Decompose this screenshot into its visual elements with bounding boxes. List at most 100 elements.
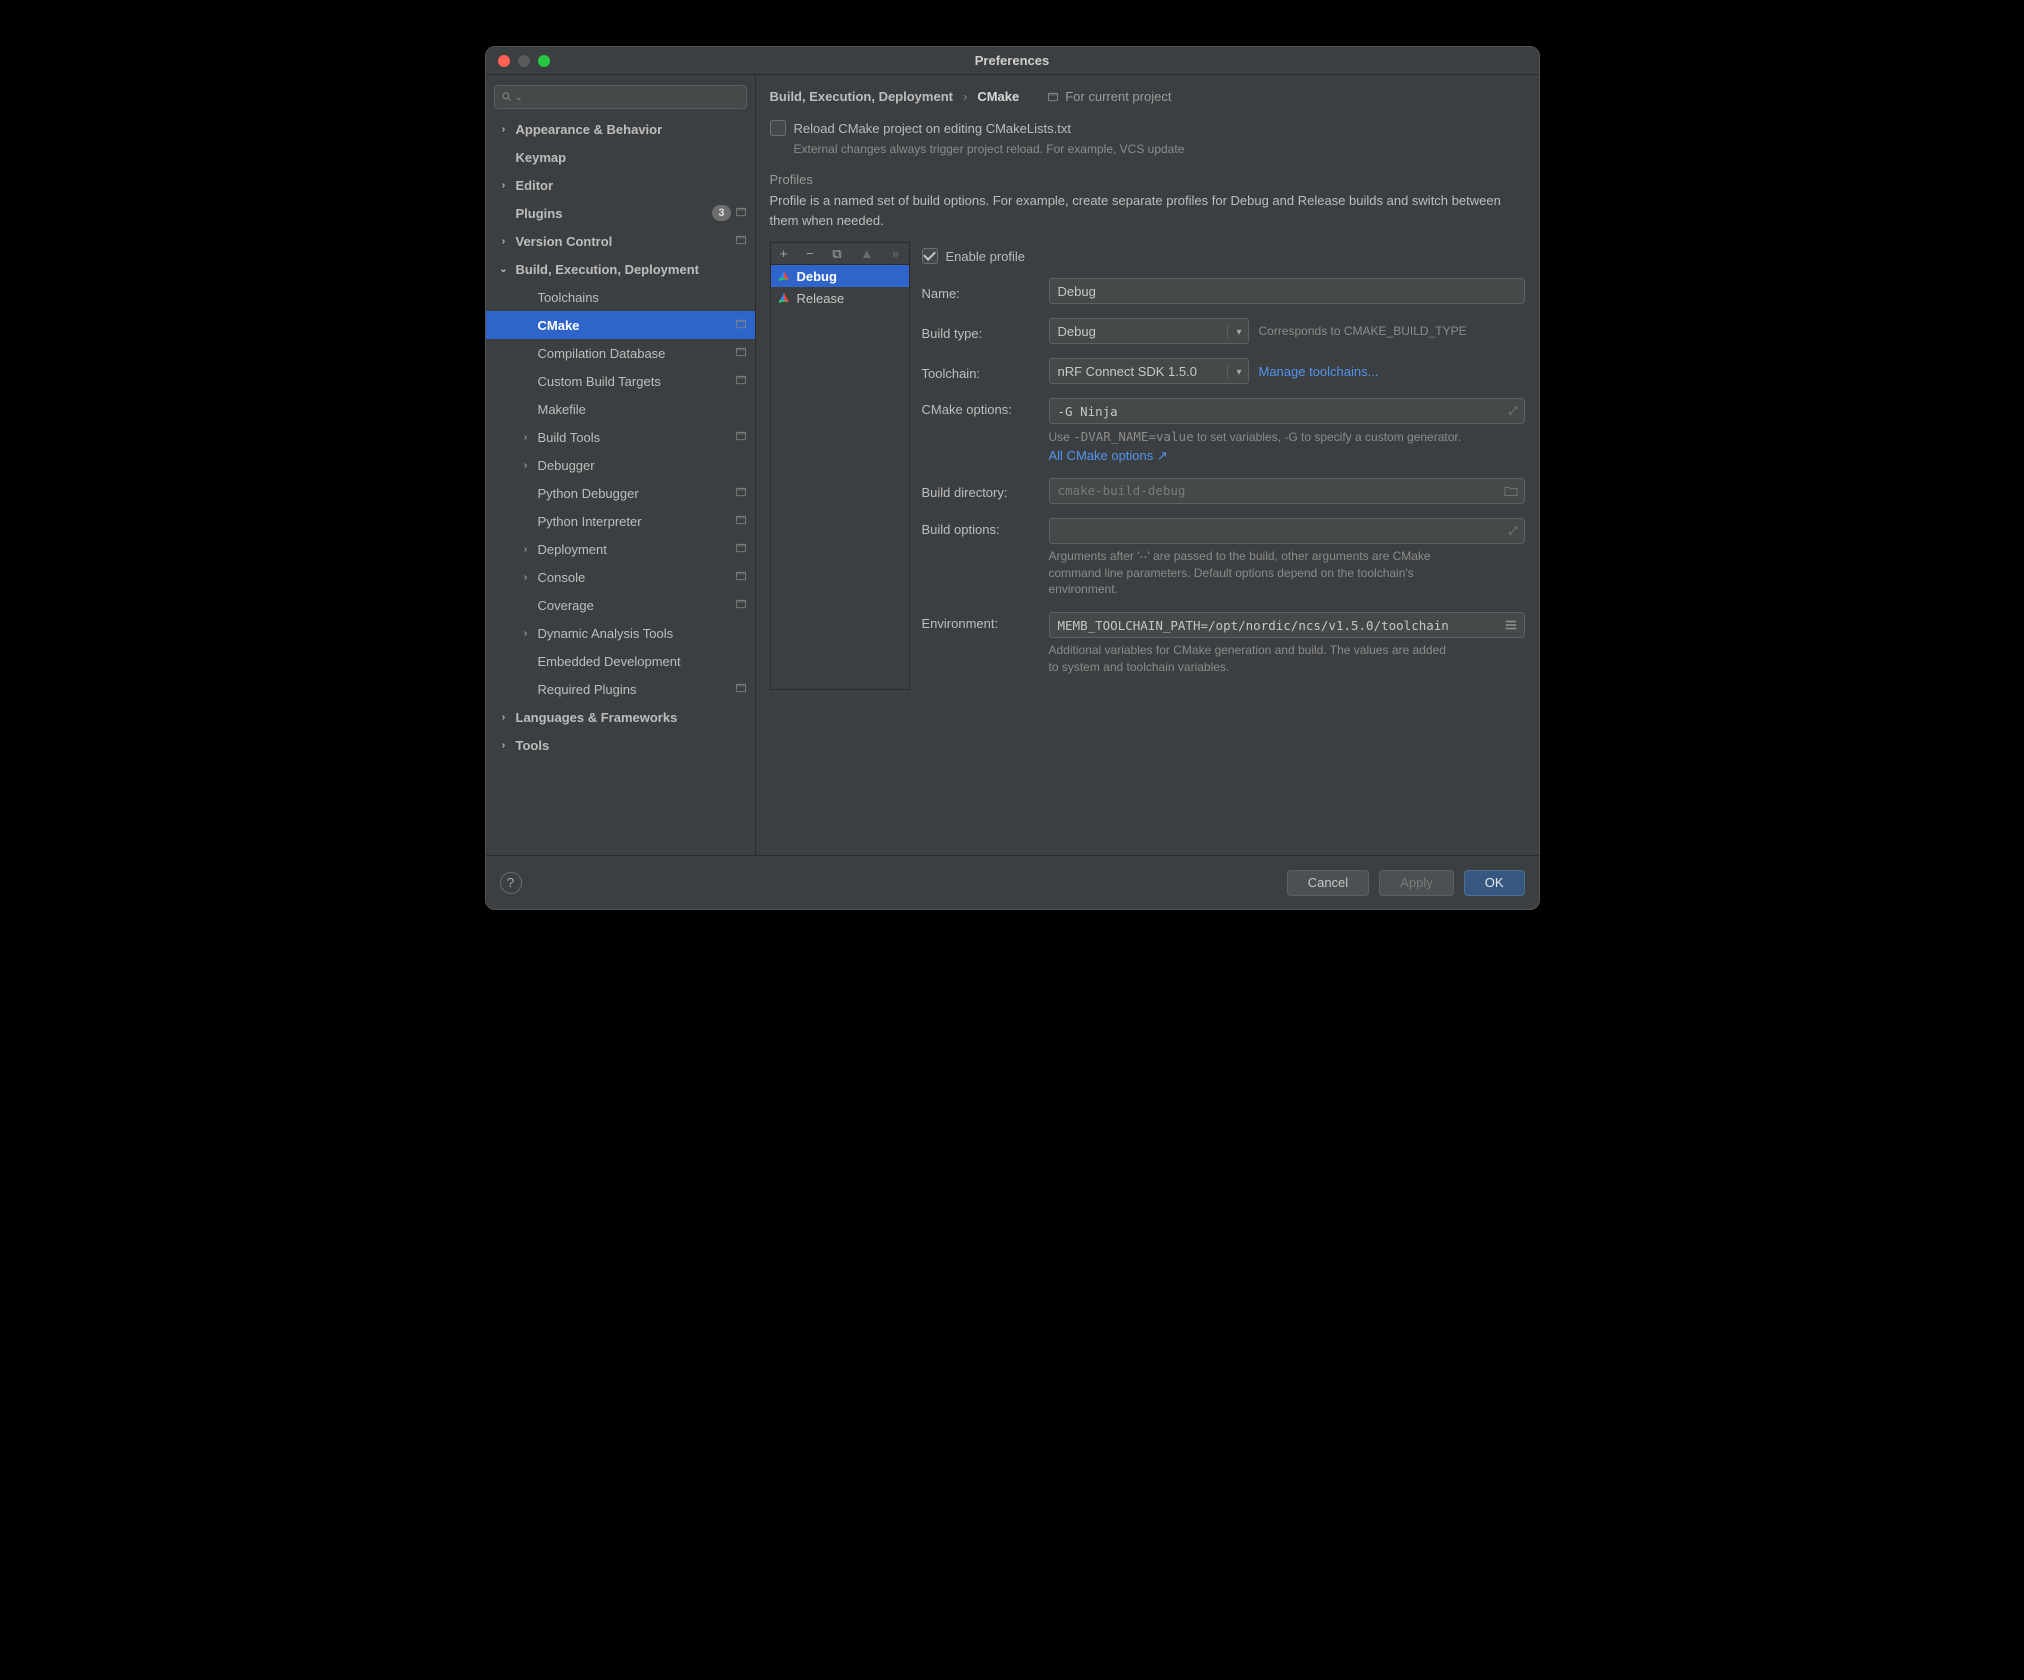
chevron-down-icon: ▾ (1227, 325, 1241, 339)
search-icon (501, 91, 513, 103)
sidebar: ⌄ ›Appearance & BehaviorKeymap›EditorPlu… (486, 75, 756, 855)
toolchain-select[interactable]: nRF Connect SDK 1.5.0 ▾ (1049, 358, 1249, 384)
sidebar-item-tools[interactable]: ›Tools (486, 731, 755, 759)
sidebar-item-custom-build-targets[interactable]: Custom Build Targets (486, 367, 755, 395)
profile-list-panel: + − ⧉ ▲ » DebugRelease (770, 242, 910, 690)
badge: 3 (712, 205, 730, 221)
sidebar-item-editor[interactable]: ›Editor (486, 171, 755, 199)
project-scope-icon (735, 486, 747, 501)
breadcrumb-parent[interactable]: Build, Execution, Deployment (770, 89, 953, 104)
enable-profile-row[interactable]: Enable profile (922, 248, 1525, 264)
sidebar-item-console[interactable]: ›Console (486, 563, 755, 591)
build-dir-input[interactable]: cmake-build-debug (1049, 478, 1525, 504)
project-scope-icon (735, 598, 747, 613)
project-scope-icon (735, 570, 747, 585)
build-options-input[interactable]: ⤢ (1049, 518, 1525, 544)
sidebar-item-embedded-development[interactable]: Embedded Development (486, 647, 755, 675)
environment-input[interactable]: MEMB_TOOLCHAIN_PATH=/opt/nordic/ncs/v1.5… (1049, 612, 1525, 638)
sidebar-item-python-debugger[interactable]: Python Debugger (486, 479, 755, 507)
build-type-label: Build type: (922, 322, 1037, 341)
build-type-help: Corresponds to CMAKE_BUILD_TYPE (1259, 324, 1467, 338)
profile-item-release[interactable]: Release (771, 287, 909, 309)
project-scope-icon (1047, 91, 1059, 103)
move-down-button[interactable]: » (892, 246, 899, 261)
all-cmake-options-link[interactable]: All CMake options ↗ (1049, 448, 1525, 464)
remove-profile-button[interactable]: − (806, 246, 814, 261)
chevron-icon: › (498, 180, 510, 191)
name-input[interactable]: Debug (1049, 278, 1525, 304)
main-panel: Build, Execution, Deployment › CMake For… (756, 75, 1539, 855)
environment-help: Additional variables for CMake generatio… (1049, 642, 1449, 676)
sidebar-item-version-control[interactable]: ›Version Control (486, 227, 755, 255)
move-up-button[interactable]: ▲ (860, 246, 873, 261)
add-profile-button[interactable]: + (780, 246, 788, 261)
sidebar-item-build-execution-deployment[interactable]: ⌄Build, Execution, Deployment (486, 255, 755, 283)
list-icon[interactable] (1504, 618, 1518, 635)
sidebar-item-dynamic-analysis-tools[interactable]: ›Dynamic Analysis Tools (486, 619, 755, 647)
project-scope-icon (735, 234, 747, 249)
profile-list: DebugRelease (771, 265, 909, 689)
sidebar-item-keymap[interactable]: Keymap (486, 143, 755, 171)
cancel-button[interactable]: Cancel (1287, 870, 1369, 896)
profiles-title: Profiles (770, 172, 1525, 187)
breadcrumb-current: CMake (977, 89, 1019, 104)
reload-checkbox-label: Reload CMake project on editing CMakeLis… (794, 121, 1071, 136)
build-type-select[interactable]: Debug ▾ (1049, 318, 1249, 344)
project-scope-icon (735, 206, 747, 221)
sidebar-item-build-tools[interactable]: ›Build Tools (486, 423, 755, 451)
apply-button[interactable]: Apply (1379, 870, 1454, 896)
copy-profile-button[interactable]: ⧉ (832, 246, 841, 262)
toolchain-label: Toolchain: (922, 362, 1037, 381)
reload-checkbox-row[interactable]: Reload CMake project on editing CMakeLis… (770, 120, 1525, 136)
manage-toolchains-link[interactable]: Manage toolchains... (1259, 364, 1379, 379)
preferences-window: Preferences ⌄ ›Appearance & BehaviorKeym… (485, 46, 1540, 910)
expand-icon[interactable]: ⤢ (1509, 404, 1518, 418)
chevron-icon: › (520, 432, 532, 443)
project-scope-icon (735, 346, 747, 361)
expand-icon[interactable]: ⤢ (1509, 524, 1518, 538)
search-input[interactable]: ⌄ (494, 85, 747, 109)
cmake-options-input[interactable]: -G Ninja ⤢ (1049, 398, 1525, 424)
reload-checkbox[interactable] (770, 120, 786, 136)
sidebar-item-coverage[interactable]: Coverage (486, 591, 755, 619)
sidebar-item-plugins[interactable]: Plugins3 (486, 199, 755, 227)
window-title: Preferences (486, 53, 1539, 68)
chevron-down-icon: ⌄ (515, 92, 523, 103)
sidebar-item-compilation-database[interactable]: Compilation Database (486, 339, 755, 367)
chevron-icon: › (498, 236, 510, 247)
environment-label: Environment: (922, 612, 1037, 631)
sidebar-item-required-plugins[interactable]: Required Plugins (486, 675, 755, 703)
profile-list-toolbar: + − ⧉ ▲ » (771, 243, 909, 265)
profile-item-debug[interactable]: Debug (771, 265, 909, 287)
help-button[interactable]: ? (500, 872, 522, 894)
chevron-icon: › (498, 124, 510, 135)
sidebar-item-makefile[interactable]: Makefile (486, 395, 755, 423)
chevron-icon: › (520, 628, 532, 639)
ok-button[interactable]: OK (1464, 870, 1525, 896)
cmake-options-help: Use -DVAR_NAME=value to set variables, -… (1049, 428, 1525, 446)
sidebar-item-deployment[interactable]: ›Deployment (486, 535, 755, 563)
project-scope-icon (735, 374, 747, 389)
sidebar-item-debugger[interactable]: ›Debugger (486, 451, 755, 479)
sidebar-item-appearance-behavior[interactable]: ›Appearance & Behavior (486, 115, 755, 143)
build-options-help: Arguments after '--' are passed to the b… (1049, 548, 1449, 598)
build-options-label: Build options: (922, 518, 1037, 537)
enable-profile-checkbox[interactable] (922, 248, 938, 264)
chevron-icon: › (498, 712, 510, 723)
folder-icon[interactable] (1504, 484, 1518, 501)
chevron-icon: › (520, 572, 532, 583)
sidebar-item-python-interpreter[interactable]: Python Interpreter (486, 507, 755, 535)
enable-profile-label: Enable profile (946, 249, 1026, 264)
breadcrumb: Build, Execution, Deployment › CMake For… (770, 83, 1525, 114)
project-scope-icon (735, 542, 747, 557)
sidebar-item-toolchains[interactable]: Toolchains (486, 283, 755, 311)
titlebar: Preferences (486, 47, 1539, 75)
scope-tag: For current project (1047, 89, 1171, 104)
chevron-icon: › (498, 740, 510, 751)
sidebar-item-cmake[interactable]: CMake (486, 311, 755, 339)
chevron-icon: › (520, 460, 532, 471)
project-scope-icon (735, 682, 747, 697)
chevron-icon: ⌄ (498, 264, 510, 275)
sidebar-item-languages-frameworks[interactable]: ›Languages & Frameworks (486, 703, 755, 731)
chevron-right-icon: › (963, 89, 967, 104)
